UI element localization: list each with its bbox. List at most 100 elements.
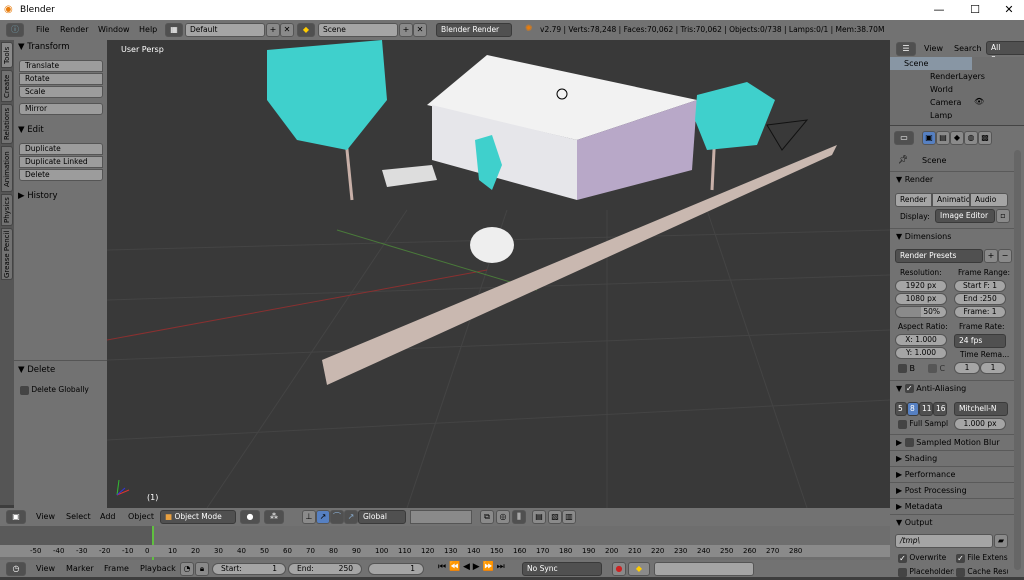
frame-start-field[interactable]: Start F: 1 <box>954 280 1006 292</box>
screen-layout-field[interactable]: Default <box>185 23 265 37</box>
panel-output-header[interactable]: ▼ Output <box>890 514 1014 530</box>
tab-animation[interactable]: Animation <box>1 146 13 192</box>
properties-scrollbar[interactable] <box>1014 150 1021 570</box>
editor-type-properties-icon[interactable]: ▭ <box>894 131 914 145</box>
panel-sampled-motion-blur-header[interactable]: ▶ Sampled Motion Blur <box>890 434 1014 450</box>
playback-controls[interactable]: ⏮ ⏪ ◀ ▶ ⏩ ⏭ <box>438 562 505 572</box>
scale-button[interactable]: Scale <box>19 86 103 98</box>
panel-transform-header[interactable]: ▼ Transform <box>18 42 70 52</box>
remove-scene-icon[interactable]: ✕ <box>413 23 427 37</box>
delete-button[interactable]: Delete <box>19 169 103 181</box>
render-anim-icon[interactable]: ▥ <box>562 510 576 524</box>
lock-icon[interactable]: 🔒︎ <box>195 562 209 576</box>
mirror-button[interactable]: Mirror <box>19 103 103 115</box>
aa-samples-8[interactable]: 8 <box>907 402 919 416</box>
translate-manipulator-icon[interactable]: ↗ <box>316 510 330 524</box>
panel-render-header[interactable]: ▼ Render <box>890 171 1014 187</box>
frame-step-field[interactable]: Frame: 1 <box>954 306 1006 318</box>
aa-samples-5[interactable]: 5 <box>895 402 907 416</box>
menu-object[interactable]: Object <box>128 508 154 528</box>
editor-type-info-icon[interactable]: ⓘ <box>6 23 24 37</box>
menu-playback[interactable]: Playback <box>140 560 176 580</box>
aspect-x-field[interactable]: X: 1.000 <box>895 334 947 346</box>
render-tab-icon[interactable]: ▣ <box>922 131 936 145</box>
anti-aliasing-checkbox[interactable]: ✓ <box>904 384 914 393</box>
render-presets-select[interactable]: Render Presets <box>895 249 983 263</box>
menu-add[interactable]: Add <box>100 508 116 528</box>
render-button[interactable]: Render <box>895 193 932 207</box>
delete-globally-checkbox[interactable]: Delete Globally <box>20 385 89 395</box>
3d-viewport[interactable]: User Persp (1) <box>106 40 891 509</box>
tab-grease-pencil[interactable]: Grease Pencil <box>1 228 13 280</box>
output-path-field[interactable]: /tmp\ <box>895 534 993 548</box>
screen-layout-icon[interactable]: ▦ <box>165 23 183 37</box>
outliner-item-camera[interactable]: Camera <box>930 98 961 107</box>
scale-manipulator-icon[interactable]: ↗ <box>344 510 358 524</box>
resolution-x-field[interactable]: 1920 px <box>895 280 947 292</box>
file-extensions-checkbox[interactable]: ✓ File Extensions <box>956 553 1008 563</box>
tab-relations[interactable]: Relations <box>1 104 13 144</box>
menu-view[interactable]: View <box>36 508 55 528</box>
outliner-item-renderlayers[interactable]: RenderLayers <box>930 72 985 81</box>
end-frame-field[interactable]: End: 250 <box>288 563 362 575</box>
time-remap-new-field[interactable]: 1 <box>980 362 1006 374</box>
tab-physics[interactable]: Physics <box>1 194 13 226</box>
full-sample-checkbox[interactable]: Full Sampl <box>898 419 948 429</box>
menu-window[interactable]: Window <box>98 20 130 40</box>
add-layout-icon[interactable]: + <box>266 23 280 37</box>
frame-end-field[interactable]: End :250 <box>954 293 1006 305</box>
lock-interface-icon[interactable]: ▫ <box>996 209 1010 223</box>
rotate-button[interactable]: Rotate <box>19 73 103 85</box>
opengl-render-icon[interactable]: ▤ <box>532 510 546 524</box>
pin-icon[interactable]: 📌︎ <box>898 155 908 164</box>
texture-tab-icon[interactable]: ▩ <box>978 131 992 145</box>
editor-type-3d-icon[interactable]: ▣ <box>6 510 26 524</box>
outliner-item-world[interactable]: World <box>930 85 953 94</box>
rotate-manipulator-icon[interactable]: ⌒ <box>330 510 344 524</box>
mode-select[interactable]: ■ Object Mode <box>160 510 236 524</box>
aa-filter-size-field[interactable]: 1.000 px <box>954 418 1006 430</box>
add-scene-icon[interactable]: + <box>399 23 413 37</box>
cache-result-checkbox[interactable]: Cache Result <box>956 567 1008 577</box>
editor-type-timeline-icon[interactable]: ◷ <box>6 562 26 576</box>
overwrite-checkbox[interactable]: ✓ Overwrite <box>898 553 954 563</box>
menu-marker[interactable]: Marker <box>66 560 94 580</box>
tab-tools[interactable]: Tools <box>1 42 13 68</box>
viewport-shading-icon[interactable]: ● <box>240 510 260 524</box>
pivot-icon[interactable]: ⁂ <box>264 510 284 524</box>
panel-post-processing-header[interactable]: ▶ Post Processing <box>890 482 1014 498</box>
render-image-icon[interactable]: ▧ <box>548 510 562 524</box>
resolution-percentage-slider[interactable]: 50% <box>895 306 947 318</box>
scene-tab-icon[interactable]: ◆ <box>950 131 964 145</box>
maximize-button[interactable]: ☐ <box>958 0 992 20</box>
outliner-filter-select[interactable]: All Scenes <box>986 41 1024 64</box>
display-select[interactable]: Image Editor <box>935 209 995 223</box>
timeline-ruler[interactable]: -50 -40 -30 -20 -10 0 10 20 30 40 50 60 70 80 90 100 110… <box>0 545 890 557</box>
resolution-y-field[interactable]: 1080 px <box>895 293 947 305</box>
aa-samples-11[interactable]: 11 <box>919 402 933 416</box>
translate-button[interactable]: Translate <box>19 60 103 72</box>
minimize-button[interactable]: — <box>922 0 956 20</box>
manipulator-icon[interactable]: ⊥ <box>302 510 316 524</box>
current-frame-field[interactable]: 1 <box>368 563 424 575</box>
aa-samples-16[interactable]: 16 <box>933 402 947 416</box>
record-icon[interactable]: ● <box>612 562 626 576</box>
panel-metadata-header[interactable]: ▶ Metadata <box>890 498 1014 514</box>
menu-select[interactable]: Select <box>66 508 91 528</box>
outliner-item-scene[interactable]: Scene <box>904 59 928 68</box>
aspect-y-field[interactable]: Y: 1.000 <box>895 347 947 359</box>
panel-edit-header[interactable]: ▼ Edit <box>18 125 44 135</box>
menu-help[interactable]: Help <box>139 20 157 40</box>
lock-layers-icon[interactable]: ⧉ <box>480 510 494 524</box>
crop-checkbox[interactable]: C <box>928 364 945 373</box>
keying-set-field[interactable] <box>654 562 754 576</box>
sync-select[interactable]: No Sync <box>522 562 602 576</box>
duplicate-button[interactable]: Duplicate <box>19 143 103 155</box>
outliner-menu-search[interactable]: Search <box>954 44 981 53</box>
panel-anti-aliasing-header[interactable]: ▼ ✓ Anti-Aliasing <box>890 380 1014 396</box>
menu-file[interactable]: File <box>36 20 49 40</box>
panel-shading-header[interactable]: ▶ Shading <box>890 450 1014 466</box>
border-checkbox[interactable]: B <box>898 364 915 373</box>
frame-rate-select[interactable]: 24 fps <box>954 334 1006 348</box>
layers-grid[interactable] <box>410 510 472 524</box>
